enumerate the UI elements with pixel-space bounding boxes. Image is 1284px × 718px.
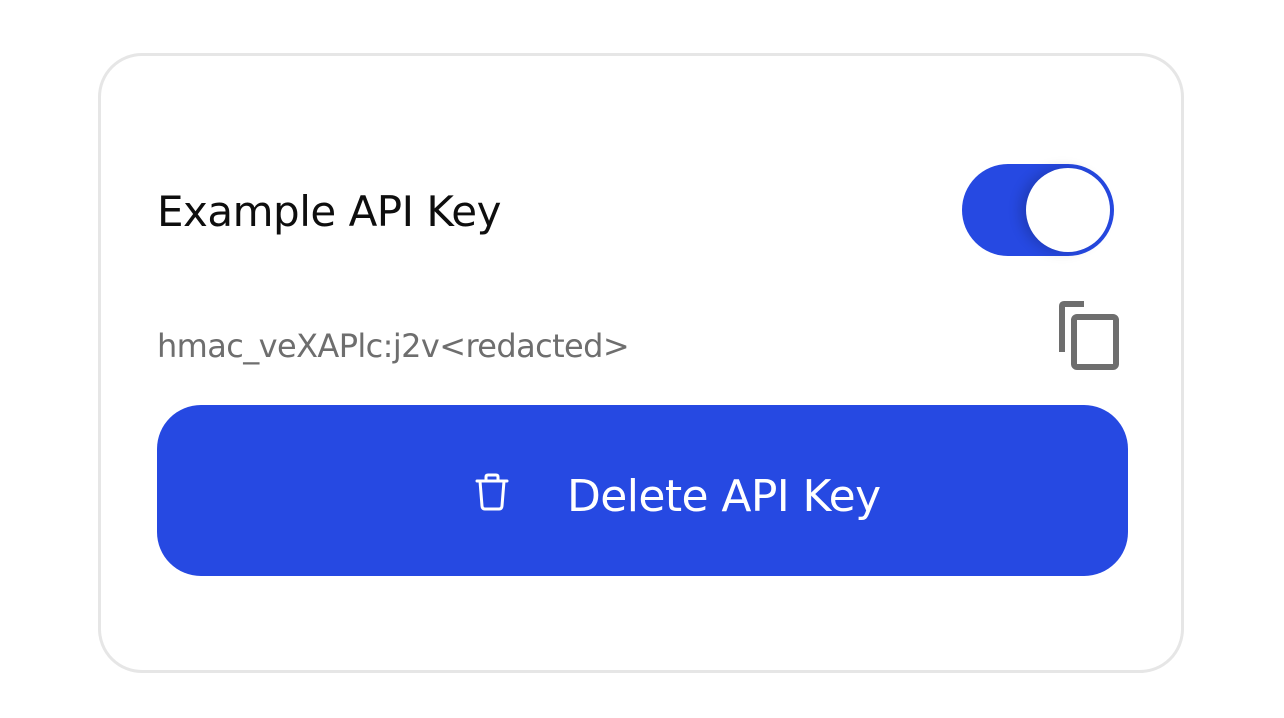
copy-button[interactable] [1056,300,1124,374]
api-key-title: Example API Key [157,187,502,236]
api-key-value: hmac_veXAPlc:j2v<redacted> [157,327,630,365]
toggle-knob [1026,168,1110,252]
api-key-enabled-toggle[interactable] [962,164,1114,256]
trash-icon [475,473,509,511]
copy-icon [1059,301,1119,370]
delete-button-label: Delete API Key [567,471,881,522]
